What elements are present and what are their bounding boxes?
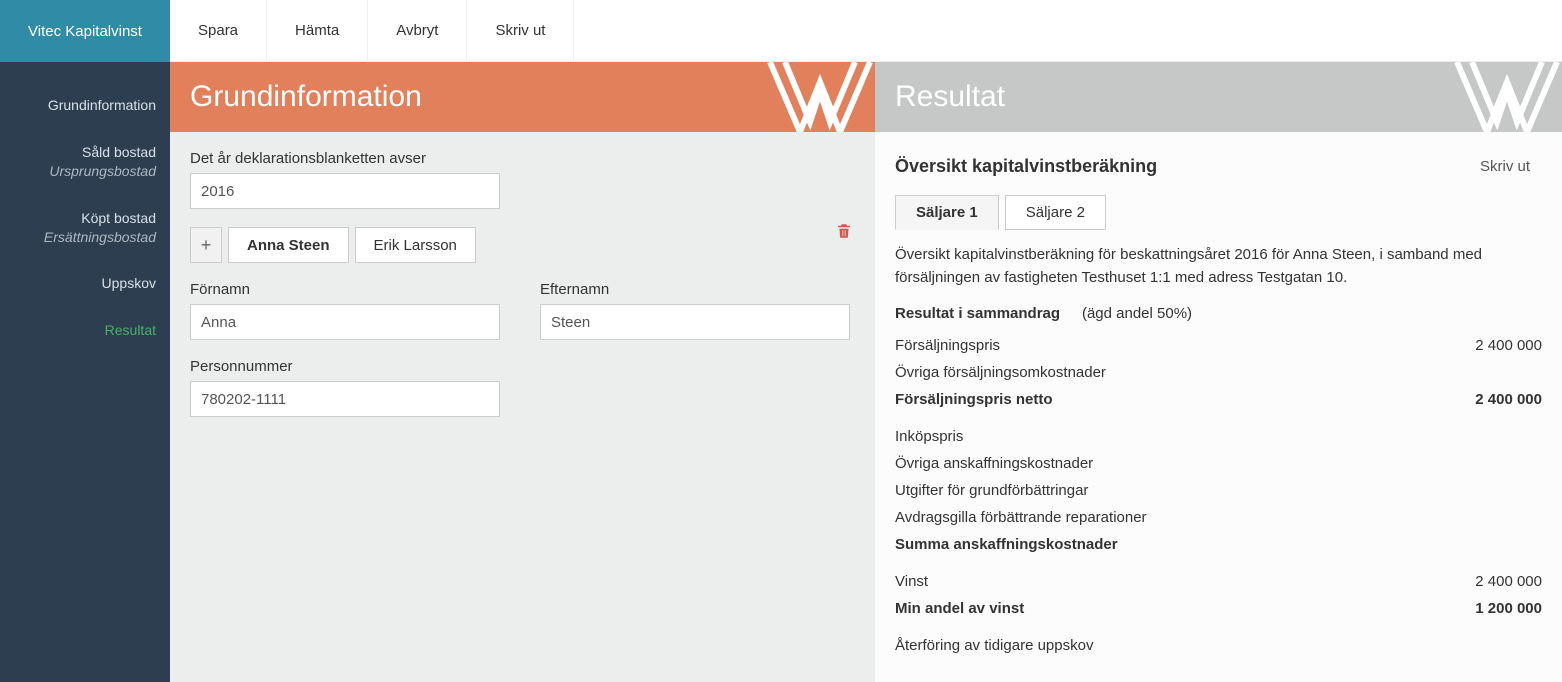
sidebar-item-label: Resultat (105, 322, 156, 338)
panel-header: Resultat (875, 62, 1562, 132)
result-line: Min andel av vinst 1 200 000 (895, 595, 1542, 622)
grundinformation-panel: Grundinformation Det år deklarationsblan… (170, 62, 875, 682)
save-button[interactable]: Spara (170, 0, 267, 61)
result-line: Försäljningspris 2 400 000 (895, 332, 1542, 359)
result-line: Övriga anskaffningskostnader (895, 450, 1542, 477)
sidebar-item-label: Grundinformation (48, 97, 156, 113)
panel-title: Grundinformation (190, 80, 422, 114)
pnr-input[interactable] (190, 381, 500, 417)
sidebar-item-grundinformation[interactable]: Grundinformation (8, 82, 170, 129)
year-input[interactable] (190, 173, 500, 209)
resultat-panel: Resultat Översikt kapitalvinstberäkning … (875, 62, 1562, 682)
result-line-label: Vinst (895, 573, 928, 590)
sidebar-item-label: Köpt bostad (81, 210, 156, 226)
topbar: Vitec Kapitalvinst Spara Hämta Avbryt Sk… (0, 0, 1562, 62)
result-line: Försäljningspris netto 2 400 000 (895, 386, 1542, 413)
sidebar-item-kopt-bostad[interactable]: Köpt bostad Ersättningsbostad (8, 195, 170, 261)
result-line-label: Inköpspris (895, 428, 963, 445)
sidebar-item-resultat[interactable]: Resultat (8, 307, 170, 354)
sidebar-item-uppskov[interactable]: Uppskov (8, 260, 170, 307)
brand-logo-icon (1452, 62, 1562, 132)
result-line-label: Återföring av tidigare uppskov (895, 637, 1093, 654)
brand-logo-icon (765, 62, 875, 132)
result-line-label: Försäljningspris (895, 337, 1000, 354)
result-line: Summa anskaffningskostnader (895, 531, 1542, 558)
result-line-label: Övriga försäljningsomkostnader (895, 364, 1106, 381)
tab-saljare-1[interactable]: Säljare 1 (895, 195, 999, 230)
person-tab-1[interactable]: Anna Steen (228, 227, 349, 263)
sidebar-item-sublabel: Ersättningsbostad (16, 228, 156, 247)
result-line: Övriga försäljningsomkostnader (895, 359, 1542, 386)
summary-note: (ägd andel 50%) (1082, 305, 1192, 322)
result-line: Utgifter för grundförbättringar (895, 477, 1542, 504)
sidebar: Grundinformation Såld bostad Ursprungsbo… (0, 62, 170, 682)
print-button[interactable]: Skriv ut (467, 0, 574, 61)
result-line: Återföring av tidigare uppskov (895, 632, 1542, 659)
panel-header: Grundinformation (170, 62, 875, 132)
result-line-value: 2 400 000 (1475, 573, 1542, 590)
fornamn-input[interactable] (190, 304, 500, 340)
fornamn-label: Förnamn (190, 281, 500, 298)
load-button[interactable]: Hämta (267, 0, 368, 61)
toolbar: Spara Hämta Avbryt Skriv ut (170, 0, 1562, 62)
sidebar-item-sublabel: Ursprungsbostad (16, 162, 156, 181)
result-line: Vinst 2 400 000 (895, 568, 1542, 595)
summary-title: Resultat i sammandrag (895, 305, 1060, 322)
tab-saljare-2[interactable]: Säljare 2 (1005, 195, 1106, 230)
result-line-label: Min andel av vinst (895, 600, 1024, 617)
sidebar-item-label: Såld bostad (82, 144, 156, 160)
result-line: Avdragsgilla förbättrande reparationer (895, 504, 1542, 531)
efternamn-label: Efternamn (540, 281, 850, 298)
result-lines: Försäljningspris 2 400 000 Övriga försäljn… (895, 332, 1542, 659)
overview-title: Översikt kapitalvinstberäkning (895, 156, 1468, 177)
result-line-label: Avdragsgilla förbättrande reparationer (895, 509, 1147, 526)
add-person-button[interactable]: + (190, 227, 222, 263)
result-line-value: 1 200 000 (1475, 600, 1542, 617)
result-line: Inköpspris (895, 423, 1542, 450)
result-line-label: Övriga anskaffningskostnader (895, 455, 1093, 472)
year-label: Det år deklarationsblanketten avser (190, 150, 855, 167)
sidebar-item-sald-bostad[interactable]: Såld bostad Ursprungsbostad (8, 129, 170, 195)
overview-description: Översikt kapitalvinstberäkning för beska… (895, 244, 1542, 289)
result-line-label: Utgifter för grundförbättringar (895, 482, 1088, 499)
sidebar-item-label: Uppskov (102, 275, 156, 291)
result-line-label: Försäljningspris netto (895, 391, 1053, 408)
person-tab-2[interactable]: Erik Larsson (355, 227, 476, 263)
panel-title: Resultat (895, 80, 1005, 114)
brand-title: Vitec Kapitalvinst (0, 0, 170, 62)
efternamn-input[interactable] (540, 304, 850, 340)
cancel-button[interactable]: Avbryt (368, 0, 467, 61)
pnr-label: Personnummer (190, 358, 855, 375)
result-line-label: Summa anskaffningskostnader (895, 536, 1118, 553)
delete-icon[interactable] (835, 222, 853, 240)
print-link[interactable]: Skriv ut (1468, 150, 1542, 183)
result-line-value: 2 400 000 (1475, 391, 1542, 408)
result-line-value: 2 400 000 (1475, 337, 1542, 354)
